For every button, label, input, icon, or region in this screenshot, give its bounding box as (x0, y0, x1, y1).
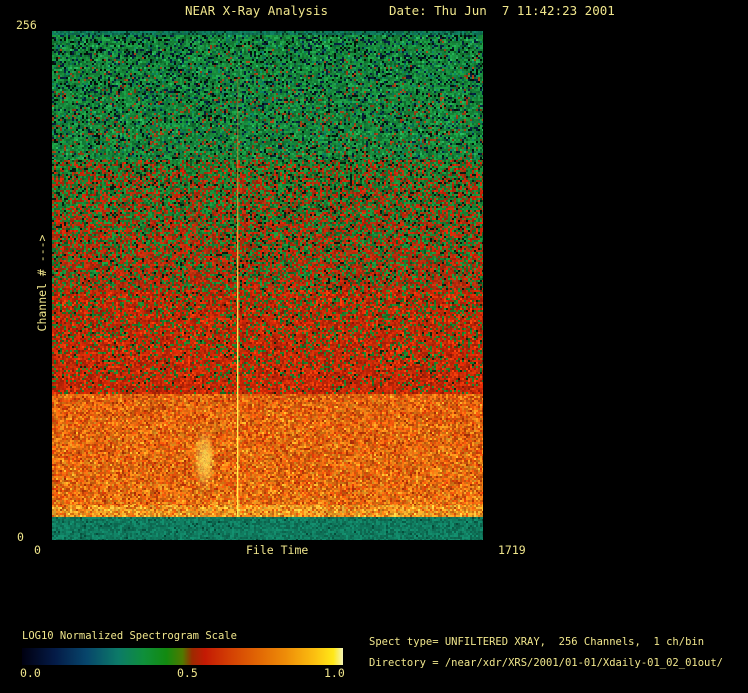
window-title: NEAR X-Ray Analysis (185, 3, 328, 18)
y-axis-min-label: 0 (17, 530, 24, 544)
y-axis-max-label: 256 (16, 18, 37, 32)
x-axis-min-label: 0 (34, 543, 41, 557)
x-axis-title: File Time (246, 543, 309, 557)
colorbar-tick-1: 1.0 (324, 666, 345, 680)
colorbar-tick-05: 0.5 (177, 666, 198, 680)
colorbar-gradient (22, 648, 343, 665)
directory-label: Directory = /near/xdr/XRS/2001/01-01/Xda… (369, 657, 724, 669)
date-label: Date: Thu Jun 7 11:42:23 2001 (389, 3, 615, 18)
colorbar-tick-0: 0.0 (20, 666, 41, 680)
colorbar-title: LOG10 Normalized Spectrogram Scale (22, 630, 237, 642)
spectrogram-canvas[interactable] (52, 31, 483, 540)
y-axis-title: Channel # ---> (35, 234, 49, 332)
near-xray-analysis-window: NEAR X-Ray Analysis Date: Thu Jun 7 11:4… (0, 0, 748, 693)
x-axis-max-label: 1719 (498, 543, 526, 557)
spect-type-label: Spect type= UNFILTERED XRAY, 256 Channel… (369, 636, 705, 648)
